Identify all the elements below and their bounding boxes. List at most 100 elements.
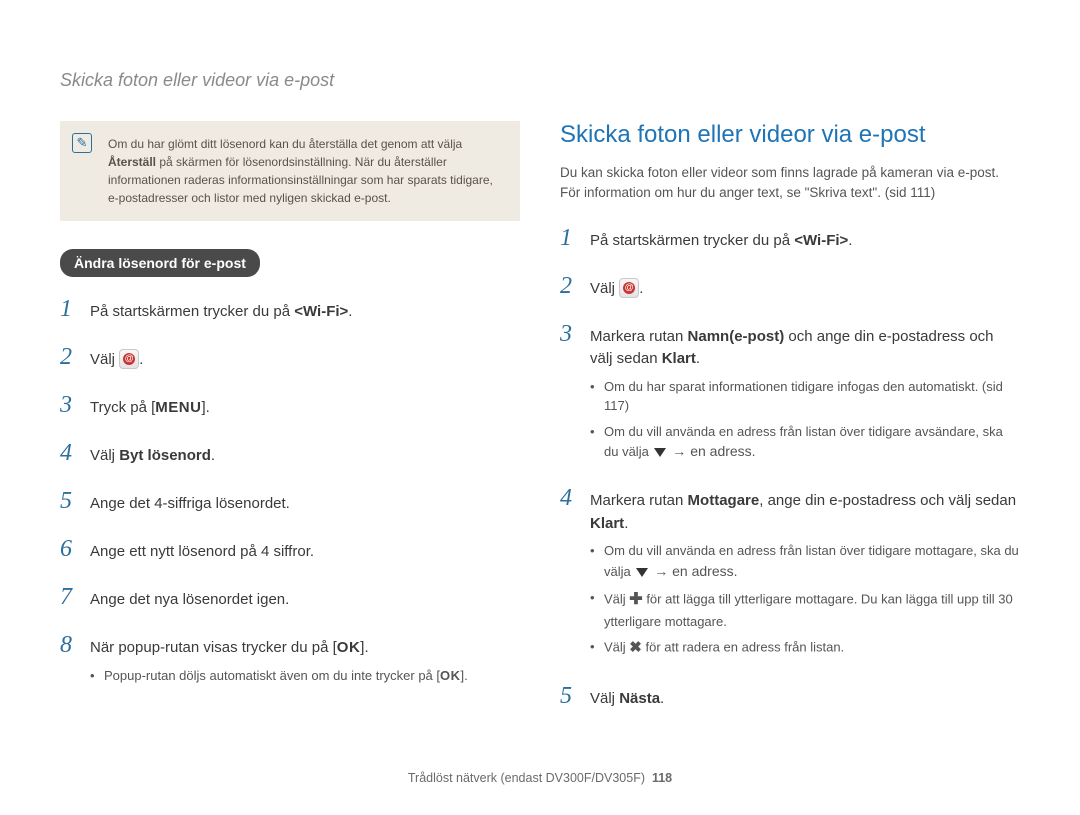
step-text: På startskärmen trycker du på	[590, 232, 794, 249]
step-text: .	[639, 280, 643, 297]
step-num: 2	[560, 268, 578, 304]
step-text: Välj	[590, 280, 619, 297]
page-number: 118	[652, 771, 672, 785]
left-column: ✎ Om du har glömt ditt lösenord kan du å…	[60, 121, 520, 726]
arrow-text: → en adress.	[650, 563, 737, 579]
step-num: 4	[560, 480, 578, 516]
note-bold: Återställ	[108, 155, 156, 169]
arrow-text: → en adress.	[668, 443, 755, 459]
menu-label: MENU	[155, 399, 201, 416]
bold-text: Byt lösenord	[119, 447, 211, 464]
sub-bullet: Popup-rutan döljs automatiskt även om du…	[90, 666, 520, 686]
sub-text: Popup-rutan döljs automatiskt även om du…	[104, 668, 440, 683]
step-1: 1 På startskärmen trycker du på <Wi-Fi>.	[560, 220, 1020, 256]
sub-bullet: Välj ✚ för att lägga till ytterligare mo…	[590, 588, 1020, 632]
step-text: .	[348, 303, 352, 320]
sub-bullet: Om du vill använda en adress från listan…	[590, 422, 1020, 463]
step-num: 5	[60, 483, 78, 519]
ok-label: OK	[337, 639, 361, 656]
section-pill-change-password: Ändra lösenord för e-post	[60, 249, 260, 277]
sub-bullets: Om du vill använda en adress från listan…	[590, 541, 1020, 660]
step-5: 5 Välj Nästa.	[560, 678, 1020, 714]
note-icon: ✎	[72, 133, 92, 153]
page-header: Skicka foton eller videor via e-post	[60, 70, 1020, 91]
step-3: 3 Tryck på [MENU].	[60, 387, 520, 423]
step-text: .	[848, 232, 852, 249]
step-text: .	[211, 447, 215, 464]
x-icon: ✖	[629, 637, 642, 660]
bold-text: Klart	[590, 515, 624, 532]
step-1: 1 På startskärmen trycker du på <Wi-Fi>.	[60, 291, 520, 327]
step-text: ].	[360, 639, 368, 656]
triangle-down-icon	[654, 448, 666, 457]
sub-text: för att radera en adress från listan.	[642, 640, 844, 655]
sub-text: Välj	[604, 640, 629, 655]
step-num: 3	[60, 387, 78, 423]
section-title: Skicka foton eller videor via e-post	[560, 121, 1020, 149]
email-icon: @	[619, 278, 639, 298]
page-footer: Trådlöst nätverk (endast DV300F/DV305F) …	[0, 771, 1080, 785]
step-text: ].	[201, 399, 209, 416]
sub-text: Välj	[604, 591, 629, 606]
sub-bullet: Om du vill använda en adress från listan…	[590, 541, 1020, 582]
step-7: 7 Ange det nya lösenordet igen.	[60, 579, 520, 615]
step-text: Markera rutan	[590, 492, 688, 509]
step-num: 7	[60, 579, 78, 615]
bold-text: Nästa	[619, 690, 660, 707]
step-text: Välj	[590, 690, 619, 707]
step-text: När popup-rutan visas trycker du på [	[90, 639, 337, 656]
step-4: 4 Välj Byt lösenord.	[60, 435, 520, 471]
step-2: 2 Välj @.	[560, 268, 1020, 304]
step-num: 8	[60, 627, 78, 663]
step-num: 4	[60, 435, 78, 471]
sub-bullets: Popup-rutan döljs automatiskt även om du…	[90, 666, 520, 686]
step-text: Välj	[90, 447, 119, 464]
note-text-1: Om du har glömt ditt lösenord kan du åte…	[108, 137, 462, 151]
wifi-label: <Wi-Fi>	[794, 232, 848, 249]
note-box: ✎ Om du har glömt ditt lösenord kan du å…	[60, 121, 520, 221]
step-6: 6 Ange ett nytt lösenord på 4 siffror.	[60, 531, 520, 567]
step-text: Välj	[90, 351, 119, 368]
step-num: 3	[560, 316, 578, 352]
right-steps: 1 På startskärmen trycker du på <Wi-Fi>.…	[560, 220, 1020, 714]
bold-text: Klart	[662, 350, 696, 367]
step-text: På startskärmen trycker du på	[90, 303, 294, 320]
step-text: , ange din e-postadress och välj sedan	[759, 492, 1016, 509]
step-text: Ange det nya lösenordet igen.	[90, 589, 520, 612]
footer-text: Trådlöst nätverk (endast DV300F/DV305F)	[408, 771, 645, 785]
sub-text: för att lägga till ytterligare mottagare…	[604, 591, 1013, 629]
step-num: 6	[60, 531, 78, 567]
section-intro: Du kan skicka foton eller videor som fin…	[560, 163, 1020, 204]
step-3: 3 Markera rutan Namn(e-post) och ange di…	[560, 316, 1020, 469]
step-2: 2 Välj @.	[60, 339, 520, 375]
step-text: Tryck på [	[90, 399, 155, 416]
sub-text: ].	[461, 668, 468, 683]
sub-bullet: Välj ✖ för att radera en adress från lis…	[590, 637, 1020, 660]
right-column: Skicka foton eller videor via e-post Du …	[560, 121, 1020, 726]
step-text: Ange ett nytt lösenord på 4 siffror.	[90, 541, 520, 564]
wifi-label: <Wi-Fi>	[294, 303, 348, 320]
step-num: 2	[60, 339, 78, 375]
step-text: .	[696, 350, 700, 367]
step-text: .	[660, 690, 664, 707]
step-4: 4 Markera rutan Mottagare, ange din e-po…	[560, 480, 1020, 666]
triangle-down-icon	[636, 568, 648, 577]
step-5: 5 Ange det 4-siffriga lösenordet.	[60, 483, 520, 519]
sub-bullets: Om du har sparat informationen tidigare …	[590, 377, 1020, 463]
step-text: .	[624, 515, 628, 532]
step-8: 8 När popup-rutan visas trycker du på [O…	[60, 627, 520, 691]
step-num: 1	[60, 291, 78, 327]
email-icon: @	[119, 349, 139, 369]
left-steps: 1 På startskärmen trycker du på <Wi-Fi>.…	[60, 291, 520, 691]
bold-text: Namn(e-post)	[688, 328, 785, 345]
step-text: Ange det 4-siffriga lösenordet.	[90, 493, 520, 516]
plus-icon: ✚	[629, 588, 642, 612]
step-text: Markera rutan	[590, 328, 688, 345]
ok-label: OK	[440, 668, 461, 683]
step-text: .	[139, 351, 143, 368]
step-num: 5	[560, 678, 578, 714]
bold-text: Mottagare	[688, 492, 760, 509]
note-text-2: på skärmen för lösenordsinställning. När…	[108, 155, 493, 205]
step-num: 1	[560, 220, 578, 256]
sub-bullet: Om du har sparat informationen tidigare …	[590, 377, 1020, 416]
